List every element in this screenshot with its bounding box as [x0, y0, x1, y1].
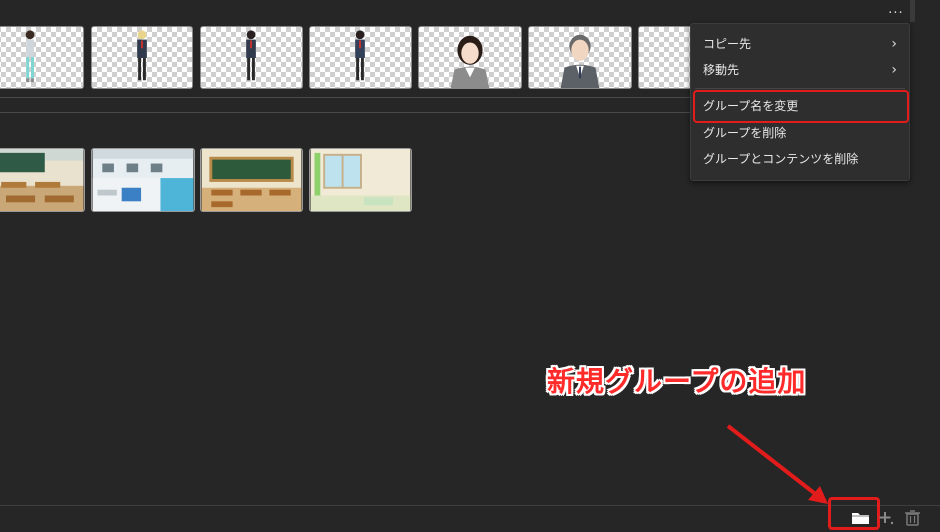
- menu-item-delete-group-and-contents[interactable]: グループとコンテンツを削除: [691, 146, 909, 172]
- annotation-arrow: [726, 424, 828, 504]
- trash-icon[interactable]: [902, 508, 924, 528]
- asset-thumbnail[interactable]: [0, 148, 85, 212]
- asset-thumbnail[interactable]: [91, 26, 193, 89]
- asset-thumbnail[interactable]: [309, 148, 412, 212]
- group-divider: [0, 97, 700, 98]
- add-icon[interactable]: [876, 508, 898, 528]
- menu-item-copy-to[interactable]: コピー先 ›: [691, 31, 909, 57]
- menu-separator: [695, 88, 905, 89]
- highlight-rename-box: [693, 90, 909, 123]
- more-options-button[interactable]: ...: [885, 3, 907, 19]
- annotation-label: 新規グループの追加: [547, 365, 807, 398]
- chevron-right-icon: ›: [891, 36, 897, 52]
- asset-thumbnail[interactable]: [638, 26, 698, 89]
- menu-item-label: グループとコンテンツを削除: [703, 152, 859, 166]
- asset-thumbnail[interactable]: [528, 26, 632, 89]
- asset-thumbnail[interactable]: [200, 148, 303, 212]
- bottom-toolbar: [0, 505, 940, 531]
- group-divider: [0, 112, 700, 113]
- asset-thumbnail[interactable]: [0, 26, 84, 89]
- asset-thumbnail[interactable]: [418, 26, 522, 89]
- asset-thumbnail[interactable]: [91, 148, 195, 212]
- menu-item-label: 移動先: [703, 63, 740, 77]
- menu-item-move-to[interactable]: 移動先 ›: [691, 57, 909, 83]
- scrollbar[interactable]: [910, 0, 915, 22]
- chevron-right-icon: ›: [891, 62, 897, 78]
- menu-item-delete-group[interactable]: グループを削除: [691, 120, 909, 146]
- menu-item-label: グループを削除: [703, 126, 787, 140]
- folder-icon[interactable]: [850, 508, 872, 528]
- asset-thumbnail[interactable]: [309, 26, 412, 89]
- menu-item-label: コピー先: [703, 37, 752, 51]
- asset-thumbnail[interactable]: [200, 26, 303, 89]
